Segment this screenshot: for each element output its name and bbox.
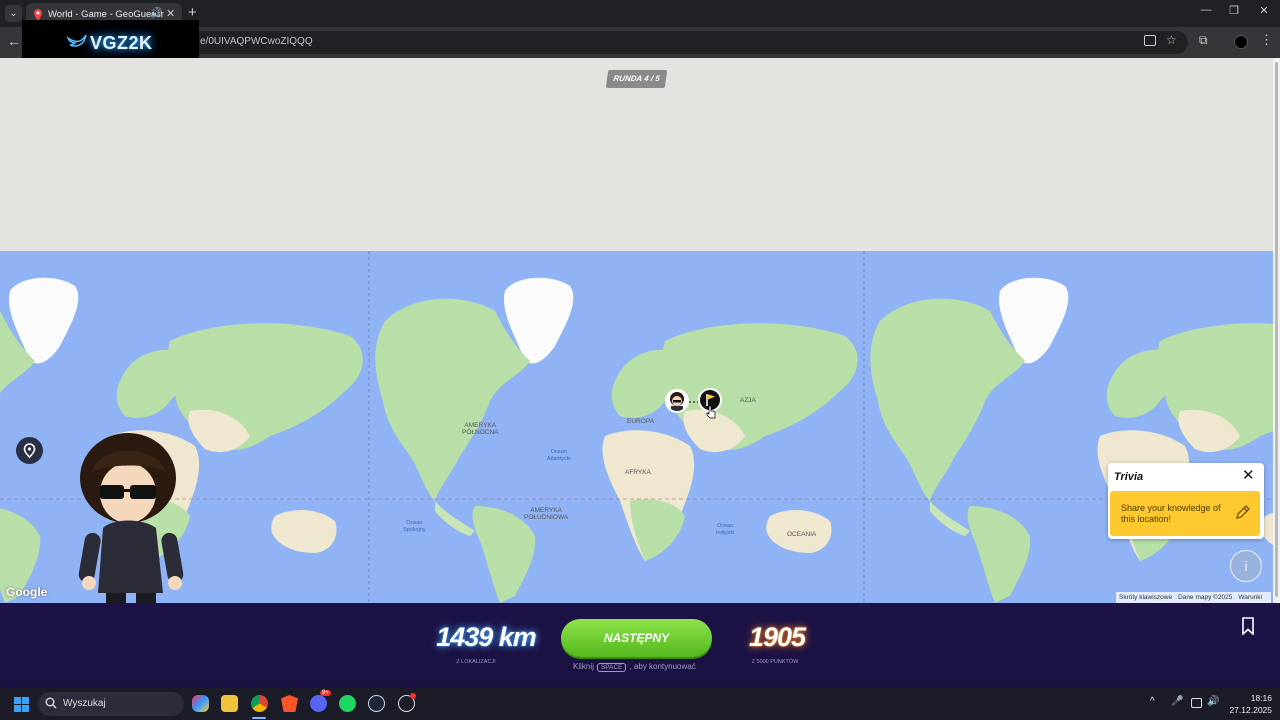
discord-icon[interactable]: 9+ (310, 690, 331, 712)
obs-icon[interactable] (398, 693, 416, 712)
scrollbar-thumb[interactable] (1275, 62, 1278, 597)
new-tab-button[interactable]: + (188, 4, 197, 21)
windows-taskbar: Wyszukaj 9+ ^ 🎤 🔊 18:16 27.12.2025 (0, 688, 1280, 720)
chrome-icon[interactable] (251, 695, 268, 712)
location-pin-button[interactable] (16, 437, 43, 464)
windows-start-icon[interactable] (14, 697, 29, 712)
space-key-badge: SPACE (596, 663, 627, 672)
spotify-icon[interactable] (339, 695, 356, 712)
copilot-icon[interactable] (192, 695, 209, 712)
brave-icon[interactable] (281, 695, 298, 712)
trivia-share-button[interactable]: Share your knowledge of this location! (1110, 491, 1260, 536)
file-explorer-icon[interactable] (221, 695, 238, 712)
extensions-icon[interactable]: ⧉ (1199, 33, 1208, 48)
world-map[interactable]: AMERYKA PÓŁNOCNA AMERYKA POŁUDNIOWA EURO… (0, 251, 1273, 603)
install-app-icon[interactable] (1144, 35, 1156, 46)
label-south-america: AMERYKA POŁUDNIOWA (524, 507, 569, 521)
microphone-icon[interactable]: 🎤 (1171, 696, 1183, 707)
label-africa: AFRYKA (625, 469, 651, 476)
search-icon (45, 697, 57, 709)
search-placeholder: Wyszukaj (63, 698, 106, 709)
map-attribution: Skróty klawiszowe Dane mapy ©2025 Warunki (1116, 592, 1272, 603)
speaker-icon[interactable]: 🔊 (150, 8, 162, 19)
network-icon[interactable] (1191, 698, 1202, 708)
bookmark-star-icon[interactable]: ☆ (1166, 33, 1177, 47)
active-app-indicator (252, 717, 266, 719)
player-avatar-image (78, 433, 184, 603)
label-atlantic-ocean: Ocean Atlantycki (547, 449, 571, 462)
distance-caption: Z LOKALIZACJI (456, 659, 496, 665)
trivia-panel: Trivia ✕ Share your knowledge of this lo… (1108, 463, 1264, 539)
menu-icon[interactable]: ⋮ (1260, 32, 1273, 48)
address-bar[interactable]: e/0UIVAQPWCwoZIQQQ (28, 31, 1188, 54)
hint-prefix: Kliknij (573, 662, 594, 671)
tab-close-icon[interactable]: ✕ (166, 7, 175, 20)
clock-date[interactable]: 27.12.2025 (1226, 705, 1272, 715)
volume-icon[interactable]: 🔊 (1207, 696, 1219, 707)
label-north-america: AMERYKA PÓŁNOCNA (462, 422, 499, 436)
trivia-prompt: Share your knowledge of this location! (1121, 503, 1221, 524)
info-button[interactable]: i (1230, 550, 1262, 582)
next-round-button[interactable]: NASTĘPNY (561, 619, 712, 657)
clock-time[interactable]: 18:16 (1226, 693, 1272, 703)
back-button[interactable]: ← (7, 33, 21, 49)
guess-marker[interactable] (665, 389, 689, 413)
avatar-marker-icon (670, 392, 684, 411)
pin-icon (23, 443, 36, 459)
restore-button[interactable]: ❐ (1224, 4, 1244, 17)
tab-title: World - Game - GeoGuessr (48, 9, 164, 20)
round-badge: RUNDA 4 / 5 (605, 70, 668, 88)
close-window-button[interactable]: ✕ (1254, 4, 1274, 17)
taskbar-search[interactable]: Wyszukaj (38, 692, 184, 716)
tray-overflow-icon[interactable]: ^ (1150, 696, 1155, 707)
pencil-icon (1236, 505, 1250, 519)
continue-hint: Kliknij SPACE, aby kontynuować (573, 662, 696, 672)
label-asia: AZJA (740, 397, 756, 404)
logo-text: VGZ2K (90, 33, 153, 53)
map-data-text: Dane mapy ©2025 (1178, 594, 1233, 601)
distance-value: 1439 km (436, 622, 537, 652)
round-results-bar: 1439 km Z LOKALIZACJI NASTĘPNY Kliknij SP… (0, 603, 1280, 688)
profile-avatar[interactable] (1234, 35, 1248, 49)
discord-notification-badge: 9+ (320, 690, 331, 696)
map-graphic (0, 251, 1273, 603)
keyboard-shortcuts-link[interactable]: Skróty klawiszowe (1119, 594, 1172, 601)
trivia-title: Trivia (1114, 471, 1144, 483)
google-logo: Google (6, 585, 48, 599)
minimize-button[interactable]: — (1196, 4, 1216, 16)
recording-dot (410, 693, 416, 699)
label-oceania: OCEANIA (787, 531, 817, 538)
steam-icon[interactable] (368, 695, 385, 712)
points-value: 1905 (748, 622, 806, 652)
hand-cursor-icon (706, 405, 716, 419)
terms-link[interactable]: Warunki (1238, 594, 1262, 601)
hint-suffix: , aby kontynuować (629, 662, 696, 671)
bookmark-icon[interactable] (1240, 617, 1256, 635)
points-caption: Z 5000 PUNKTÓW (751, 659, 799, 665)
trivia-close-button[interactable]: ✕ (1242, 466, 1255, 484)
label-europe: EUROPA (627, 418, 654, 425)
geoguessr-page: RUNDA 4 / 5 AMERYKA PÓŁNOCNA AMERYKA POŁ… (0, 58, 1273, 603)
url-text: e/0UIVAQPWCwoZIQQQ (200, 36, 313, 47)
label-indian-ocean: Ocean Indyjski (716, 523, 735, 536)
bird-logo-icon (66, 34, 87, 47)
tab-search-button[interactable]: ⌄ (5, 5, 22, 22)
label-pacific-ocean: Ocean Spokojny (403, 520, 426, 533)
